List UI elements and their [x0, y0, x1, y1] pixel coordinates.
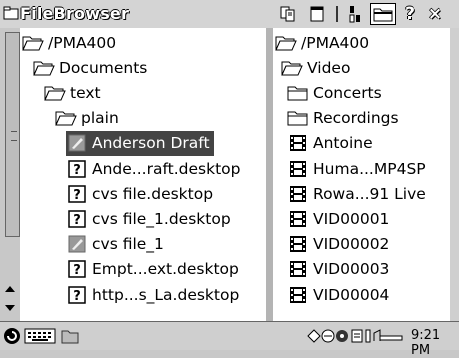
- file-list-item[interactable]: Rowa...91 Live: [287, 181, 430, 206]
- file-list-item[interactable]: plain: [55, 106, 123, 131]
- file-list-item[interactable]: Antoine: [287, 131, 377, 156]
- left-file-pane[interactable]: /PMA400 Documents text plain Anderson Draft?…: [20, 28, 268, 321]
- file-list-item[interactable]: ? http...s_La.desktop: [66, 282, 243, 307]
- file-list-item-label: http...s_La.desktop: [92, 285, 240, 304]
- file-list-item-label: VID00002: [313, 235, 390, 254]
- file-list-item-label: Anderson Draft: [92, 134, 210, 153]
- svg-text:?: ?: [73, 289, 81, 304]
- help-icon[interactable]: ?: [399, 3, 421, 25]
- file-list-item-label: Rowa...91 Live: [313, 184, 426, 203]
- unknown-file-icon: ?: [66, 285, 88, 304]
- file-list-item-label: plain: [81, 109, 119, 128]
- file-list-item-label: Video: [307, 58, 351, 77]
- file-list-item[interactable]: /PMA400: [22, 30, 120, 55]
- file-list-item[interactable]: /PMA400: [275, 30, 373, 55]
- unknown-file-icon: ?: [66, 184, 88, 203]
- folder-open-icon: [281, 59, 303, 77]
- copy-icon[interactable]: [277, 3, 299, 25]
- unknown-file-icon: ?: [66, 210, 88, 228]
- file-list-item-label: cvs file_1.desktop: [92, 209, 231, 228]
- file-list-item-label: Ande...raft.desktop: [92, 159, 241, 178]
- file-list-item[interactable]: VID00004: [287, 282, 393, 307]
- file-list-item-label: /PMA400: [301, 33, 370, 52]
- file-list-item-label: Concerts: [313, 83, 382, 102]
- file-list-item-label: Documents: [59, 58, 148, 77]
- file-list-item[interactable]: VID00003: [287, 257, 393, 282]
- title-bar: FileBrowser ? ×: [0, 0, 459, 29]
- scroll-track[interactable]: [3, 32, 20, 282]
- svg-text:?: ?: [73, 263, 81, 278]
- file-list-item[interactable]: ? Ande...raft.desktop: [66, 156, 244, 181]
- left-scrollbar[interactable]: [0, 28, 21, 321]
- right-file-pane[interactable]: /PMA400 Video Concerts Recordings Antoine Hum…: [273, 28, 459, 321]
- start-icon[interactable]: [3, 327, 21, 349]
- scroll-down-arrow-icon[interactable]: [3, 300, 17, 314]
- svg-text:?: ?: [73, 188, 81, 203]
- app-icon: [3, 5, 19, 21]
- film-icon: [287, 160, 309, 178]
- right-scrollbar[interactable]: [450, 28, 459, 321]
- clock: 9:21 PM: [411, 328, 441, 358]
- scroll-thumb[interactable]: [5, 32, 20, 237]
- film-icon: [287, 134, 309, 152]
- close-icon[interactable]: ×: [424, 3, 446, 25]
- file-list-item[interactable]: VID00001: [287, 206, 393, 231]
- folder-open-icon: [275, 34, 297, 52]
- folder-open-icon: [44, 84, 66, 102]
- dual-pane-icon[interactable]: [344, 3, 366, 25]
- file-list-item-label: cvs file_1: [92, 235, 164, 254]
- folder-closed-icon: [287, 109, 309, 127]
- file-list-item[interactable]: VID00002: [287, 232, 393, 257]
- single-pane-icon[interactable]: [306, 3, 328, 25]
- file-list-item-label: VID00004: [313, 285, 390, 304]
- document-edit-icon: [66, 235, 88, 253]
- file-list-item-label: Huma...MP4SP: [313, 159, 426, 178]
- unknown-file-icon: ?: [66, 159, 88, 178]
- file-list-item-label: cvs file.desktop: [92, 184, 214, 203]
- unknown-file-icon: ?: [66, 260, 88, 278]
- svg-text:?: ?: [73, 163, 81, 178]
- folder-closed-icon: [287, 84, 309, 102]
- folder-open-icon: [22, 34, 44, 52]
- file-list-item[interactable]: Recordings: [287, 106, 403, 131]
- file-list-item-label: VID00003: [313, 260, 390, 279]
- file-list-item[interactable]: cvs file_1: [66, 232, 168, 257]
- app-title: FileBrowser: [20, 4, 130, 23]
- file-list-item-label: Empt...ext.desktop: [92, 260, 239, 279]
- tray-icons[interactable]: [306, 327, 406, 349]
- file-list-item[interactable]: Concerts: [287, 80, 386, 105]
- film-icon: [287, 286, 309, 304]
- folder-open-icon: [55, 109, 77, 127]
- pane-divider[interactable]: [266, 28, 273, 321]
- file-list-item[interactable]: ? cvs file_1.desktop: [66, 206, 235, 231]
- status-bar: 9:21 PM: [0, 321, 459, 358]
- document-edit-icon: [66, 134, 88, 152]
- file-list-item-label: text: [70, 83, 101, 102]
- scroll-up-arrow-icon[interactable]: [3, 281, 17, 295]
- file-list-item-label: Antoine: [313, 134, 373, 153]
- folder-open-icon: [33, 59, 55, 77]
- filebrowser-task-icon[interactable]: [60, 327, 80, 349]
- file-list-item[interactable]: Huma...MP4SP: [287, 156, 430, 181]
- film-icon: [287, 235, 309, 253]
- film-icon: [287, 185, 309, 203]
- folder-view-icon[interactable]: [370, 3, 396, 25]
- file-list-item[interactable]: Anderson Draft: [66, 130, 214, 156]
- toolbar-separator: [333, 3, 341, 25]
- file-list-item[interactable]: text: [44, 80, 105, 105]
- film-icon: [287, 260, 309, 278]
- file-list-item[interactable]: ? Empt...ext.desktop: [66, 257, 243, 282]
- file-list-item-label: VID00001: [313, 209, 390, 228]
- film-icon: [287, 210, 309, 228]
- file-list-item-label: /PMA400: [48, 33, 117, 52]
- file-list-item[interactable]: ? cvs file.desktop: [66, 181, 217, 206]
- keyboard-icon[interactable]: [24, 328, 56, 348]
- scroll-grip-icon: [11, 131, 17, 141]
- svg-text:?: ?: [73, 213, 81, 228]
- file-list-item-label: Recordings: [313, 109, 399, 128]
- file-list-item[interactable]: Video: [281, 55, 354, 80]
- file-list-item[interactable]: Documents: [33, 55, 151, 80]
